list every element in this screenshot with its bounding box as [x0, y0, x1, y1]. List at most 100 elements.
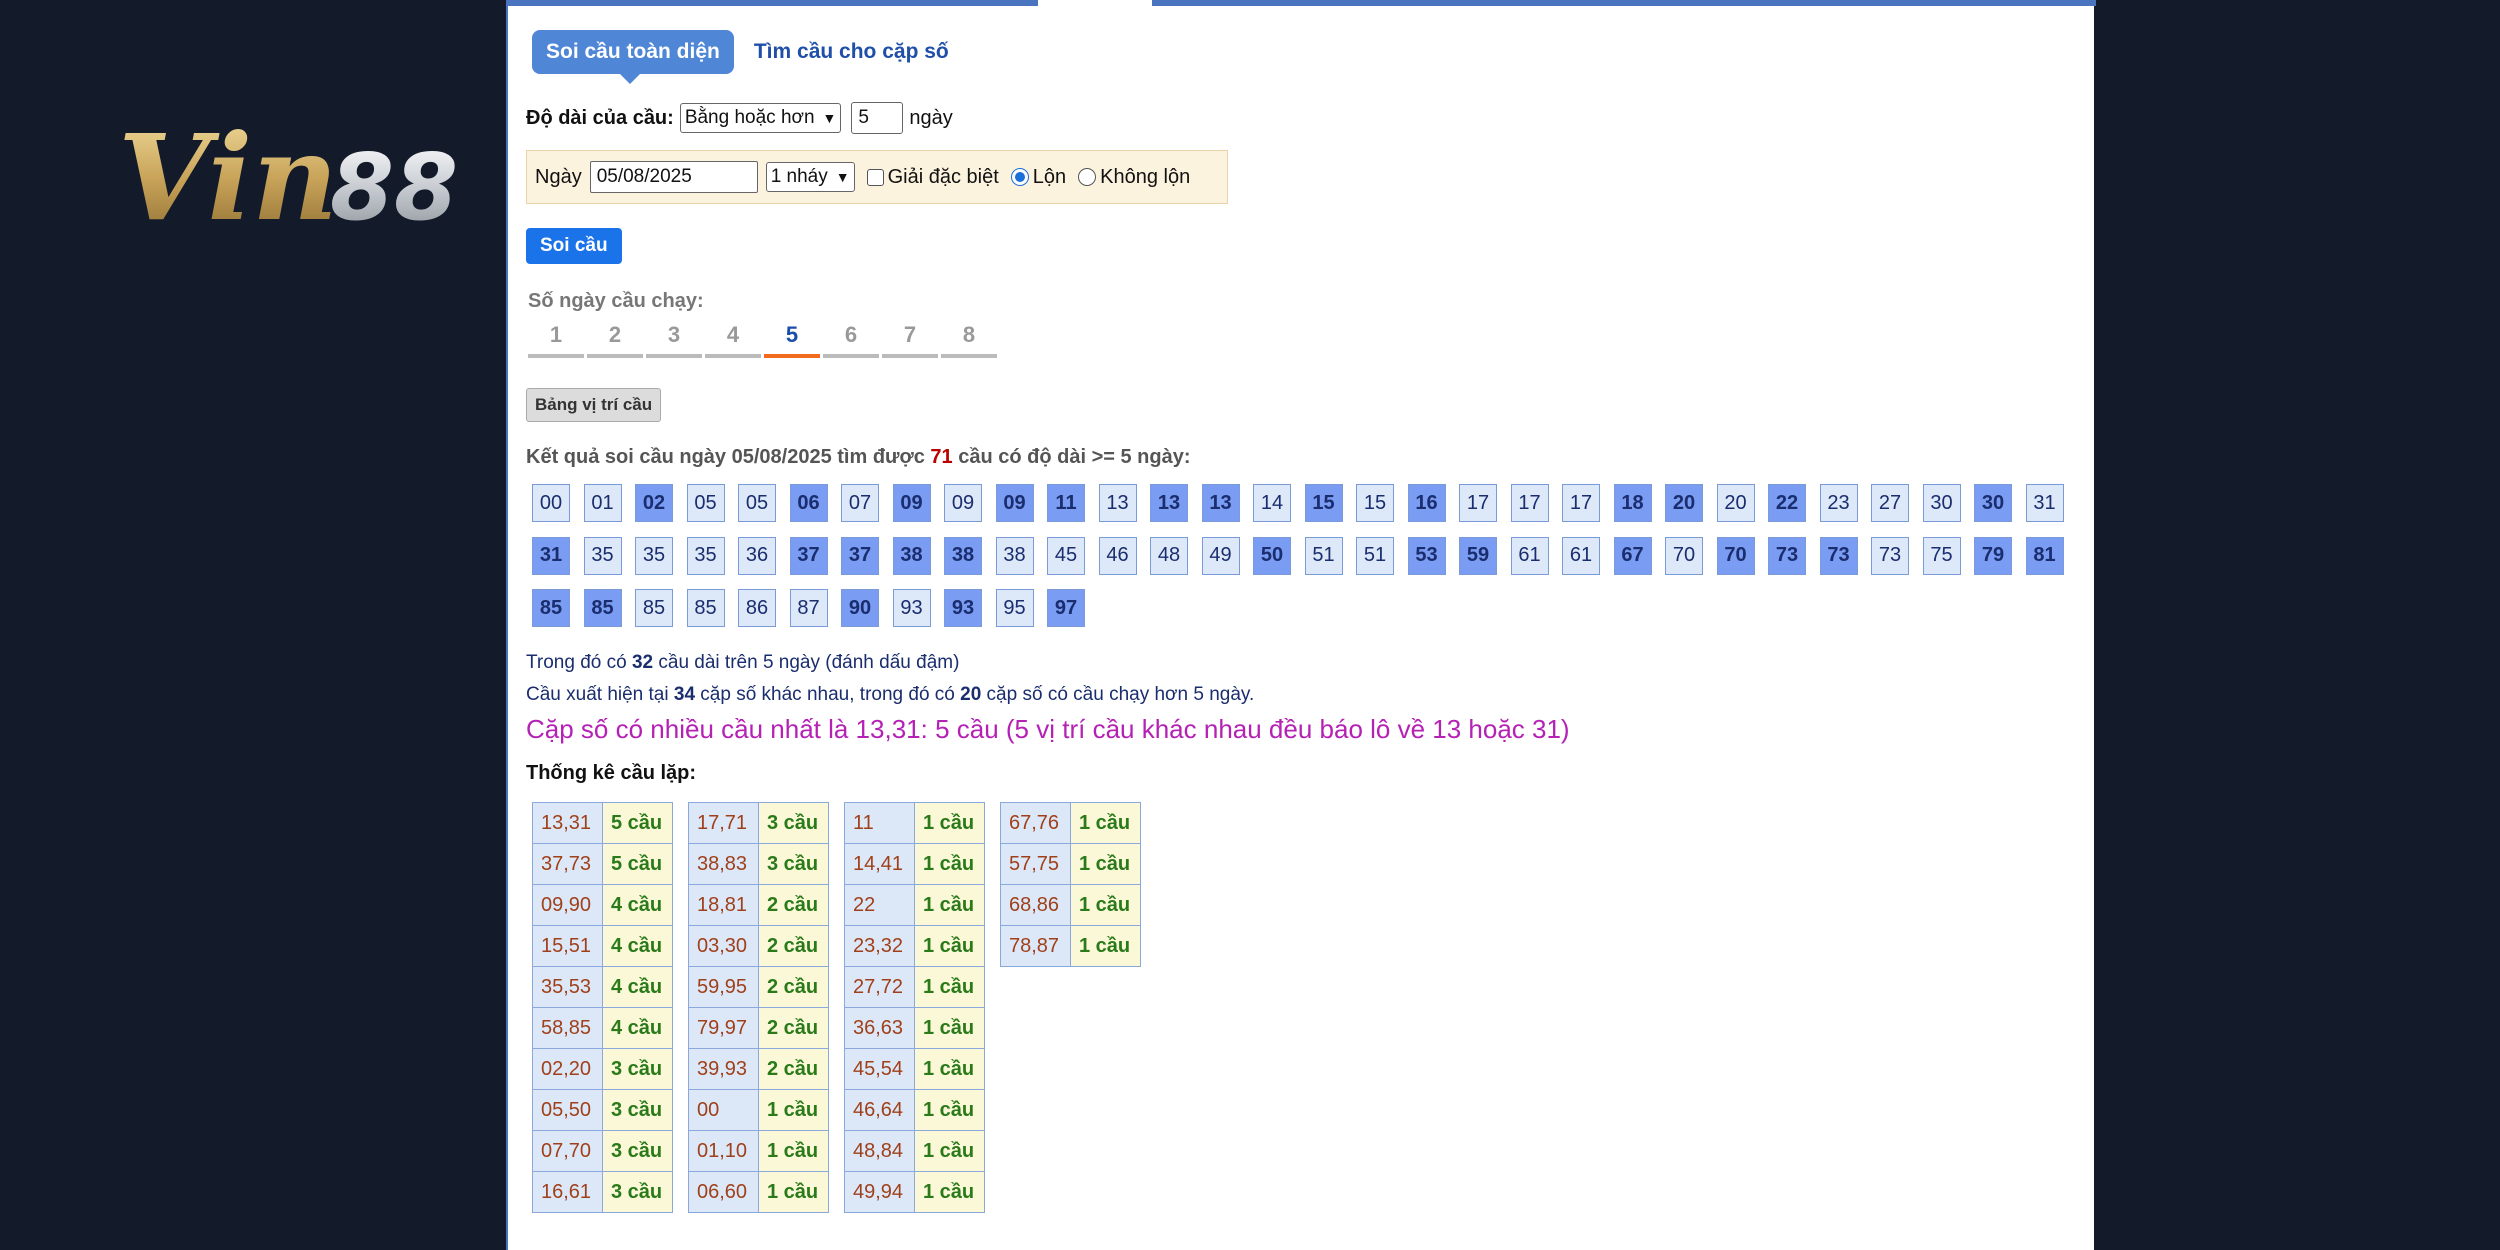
- number-cell[interactable]: 31: [532, 536, 570, 575]
- number-cell[interactable]: 30: [1974, 484, 2012, 522]
- number-cell[interactable]: 14: [1253, 484, 1291, 522]
- number-cell[interactable]: 61: [1510, 536, 1549, 575]
- number-cell[interactable]: 48: [1150, 536, 1188, 575]
- number-cell[interactable]: 22: [1768, 484, 1806, 522]
- number-cell[interactable]: 00: [532, 484, 570, 522]
- number-cell[interactable]: 49: [1201, 536, 1240, 575]
- pair-cell: 68,86: [1000, 884, 1071, 926]
- number-cell[interactable]: 09: [995, 484, 1034, 522]
- length-mode-select[interactable]: Bằng hoặc hơn ▼: [679, 103, 842, 133]
- number-cell[interactable]: 16: [1407, 484, 1446, 522]
- number-cell[interactable]: 70: [1665, 536, 1703, 575]
- number-cell[interactable]: 38: [892, 536, 931, 575]
- number-cell[interactable]: 81: [2025, 536, 2064, 575]
- day-option[interactable]: 5: [764, 322, 820, 358]
- number-cell[interactable]: 59: [1459, 536, 1497, 575]
- day-option[interactable]: 1: [528, 322, 584, 358]
- number-cell[interactable]: 51: [1304, 536, 1343, 575]
- number-cell[interactable]: 86: [738, 589, 776, 627]
- number-cell[interactable]: 11: [1047, 484, 1085, 522]
- number-cell[interactable]: 45: [1047, 536, 1085, 575]
- number-cell[interactable]: 85: [635, 589, 673, 627]
- number-cell[interactable]: 85: [686, 589, 725, 627]
- number-cell[interactable]: 36: [738, 536, 776, 575]
- number-cell[interactable]: 73: [1871, 536, 1909, 575]
- soi-cau-button[interactable]: Soi cầu: [526, 228, 622, 264]
- number-cell[interactable]: 18: [1613, 484, 1652, 522]
- khong-lon-radio[interactable]: [1078, 168, 1097, 186]
- number-cell[interactable]: 01: [583, 484, 622, 522]
- filter-box: Ngày 05/08/2025 1 nháy ▼ Giải đặc biệt Lộ…: [526, 150, 1228, 204]
- number-cell[interactable]: 73: [1819, 536, 1858, 575]
- number-cell[interactable]: 37: [789, 536, 828, 575]
- number-cell[interactable]: 31: [2025, 484, 2064, 522]
- number-cell[interactable]: 67: [1613, 536, 1652, 575]
- stats-table: 67,76 1 cầu 57,75 1 cầu 68,86 1 cầu 78,87 1 cầu: [1000, 802, 1141, 967]
- number-cell[interactable]: 15: [1304, 484, 1343, 522]
- tab-tim-cau-cap-so[interactable]: Tìm cầu cho cặp số: [754, 40, 949, 64]
- number-cell[interactable]: 93: [892, 589, 931, 627]
- number-cell[interactable]: 30: [1922, 484, 1961, 522]
- lon-radio[interactable]: [1010, 168, 1029, 186]
- day-option[interactable]: 6: [823, 322, 879, 358]
- nhay-value: 1 nháy: [770, 166, 828, 187]
- number-cell[interactable]: 27: [1871, 484, 1909, 522]
- number-cell[interactable]: 53: [1407, 536, 1446, 575]
- number-cell[interactable]: 35: [635, 536, 673, 575]
- number-cell[interactable]: 85: [583, 589, 622, 627]
- table-row: 00 1 cầu: [688, 1089, 829, 1131]
- number-cell[interactable]: 87: [789, 589, 828, 627]
- count-cell: 3 cầu: [602, 1171, 673, 1213]
- number-cell[interactable]: 85: [532, 589, 570, 627]
- number-cell[interactable]: 38: [995, 536, 1034, 575]
- number-cell[interactable]: 70: [1716, 536, 1755, 575]
- number-cell[interactable]: 09: [892, 484, 931, 522]
- number-cell[interactable]: 51: [1356, 536, 1394, 575]
- number-cell[interactable]: 13: [1098, 484, 1137, 522]
- table-row: 57,75 1 cầu: [1000, 843, 1141, 885]
- number-cell[interactable]: 38: [944, 536, 982, 575]
- number-cell[interactable]: 05: [686, 484, 725, 522]
- number-cell[interactable]: 13: [1150, 484, 1188, 522]
- number-cell[interactable]: 90: [841, 589, 879, 627]
- bang-vi-tri-button[interactable]: Bảng vị trí cầu: [526, 388, 662, 422]
- number-cell[interactable]: 17: [1562, 484, 1600, 522]
- number-cell[interactable]: 37: [841, 536, 879, 575]
- number-cell[interactable]: 73: [1768, 536, 1806, 575]
- number-cell[interactable]: 75: [1922, 536, 1961, 575]
- number-cell[interactable]: 61: [1562, 536, 1600, 575]
- special-checkbox[interactable]: [866, 168, 884, 186]
- number-cell[interactable]: 79: [1974, 536, 2012, 575]
- number-cell[interactable]: 50: [1253, 536, 1291, 575]
- number-cell[interactable]: 35: [583, 536, 622, 575]
- number-cell[interactable]: 17: [1510, 484, 1549, 522]
- number-cell[interactable]: 20: [1665, 484, 1703, 522]
- day-option[interactable]: 8: [941, 322, 997, 358]
- number-cell[interactable]: 06: [789, 484, 828, 522]
- day-option[interactable]: 3: [646, 322, 702, 358]
- tab-bar: Soi cầu toàn diện Tìm cầu cho cặp số: [532, 30, 949, 84]
- date-input[interactable]: 05/08/2025: [589, 161, 758, 193]
- number-cell[interactable]: 93: [944, 589, 982, 627]
- length-days-input[interactable]: 5: [851, 102, 904, 134]
- day-option[interactable]: 2: [587, 322, 643, 358]
- number-cell[interactable]: 13: [1201, 484, 1240, 522]
- number-cell[interactable]: 20: [1716, 484, 1755, 522]
- number-cell[interactable]: 09: [944, 484, 982, 522]
- number-cell[interactable]: 46: [1098, 536, 1137, 575]
- number-cell[interactable]: 07: [841, 484, 879, 522]
- number-cell[interactable]: 97: [1047, 589, 1085, 627]
- number-cell[interactable]: 95: [995, 589, 1034, 627]
- result-summary: Kết quả soi cầu ngày 05/08/2025 tìm được…: [526, 446, 1191, 469]
- nhay-select[interactable]: 1 nháy ▼: [765, 162, 855, 192]
- number-cell[interactable]: 35: [686, 536, 725, 575]
- tab-soi-cau-toan-dien[interactable]: Soi cầu toàn diện: [532, 30, 734, 84]
- number-cell[interactable]: 05: [738, 484, 776, 522]
- number-cell[interactable]: 23: [1819, 484, 1858, 522]
- number-cell[interactable]: 17: [1459, 484, 1497, 522]
- day-option[interactable]: 7: [882, 322, 938, 358]
- number-cell[interactable]: 15: [1356, 484, 1394, 522]
- number-cell[interactable]: 02: [635, 484, 673, 522]
- day-option[interactable]: 4: [705, 322, 761, 358]
- table-row: 58,85 4 cầu: [532, 1007, 673, 1049]
